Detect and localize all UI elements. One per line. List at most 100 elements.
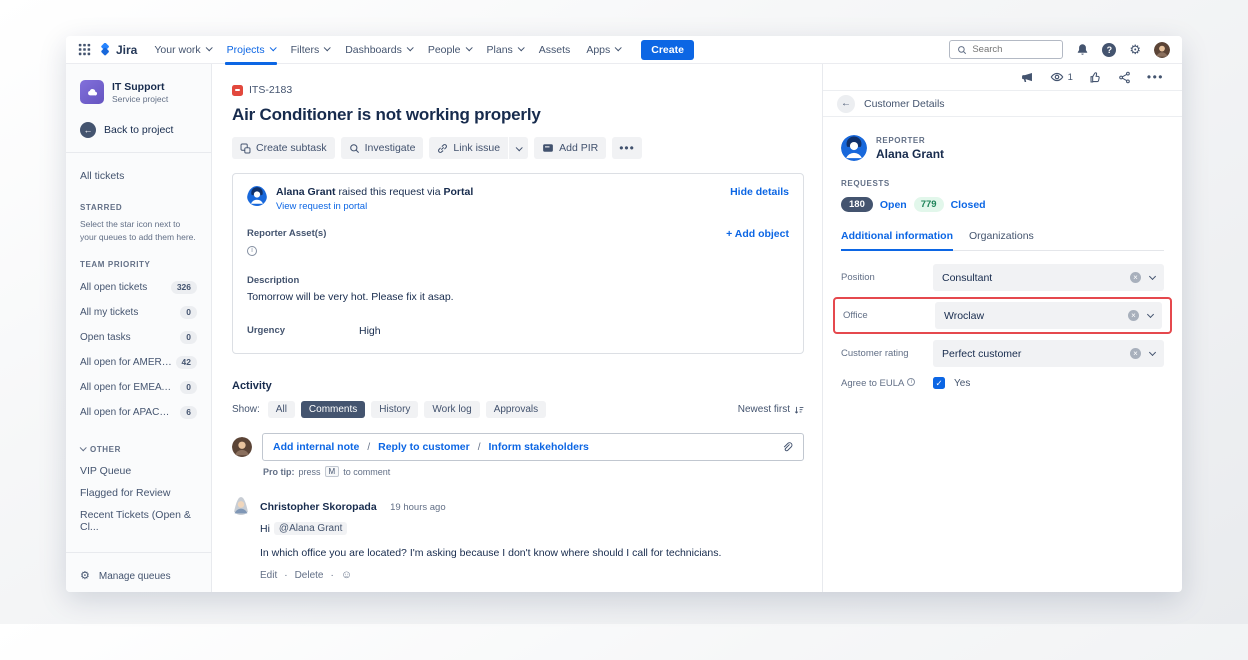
- request-channel: Portal: [444, 186, 474, 198]
- comment-delete-link[interactable]: Delete: [295, 570, 324, 581]
- chevron-down-icon[interactable]: [1147, 311, 1154, 318]
- comment-edit-link[interactable]: Edit: [260, 570, 277, 581]
- eula-checkbox[interactable]: [933, 377, 945, 389]
- queue-all-my-tickets[interactable]: All my tickets0: [80, 300, 197, 325]
- queue-recent-tickets[interactable]: Recent Tickets (Open & Cl...: [80, 504, 197, 538]
- share-icon[interactable]: [1118, 71, 1131, 84]
- hide-details-link[interactable]: Hide details: [730, 186, 789, 198]
- nav-filters[interactable]: Filters: [291, 36, 330, 64]
- feedback-megaphone-icon[interactable]: [1021, 71, 1034, 84]
- issue-view: ITS-2183 Air Conditioner is not working …: [212, 64, 822, 592]
- filter-comments[interactable]: Comments: [301, 401, 365, 418]
- open-requests-link[interactable]: Open: [880, 199, 907, 211]
- add-pir-button[interactable]: Add PIR: [534, 137, 606, 159]
- link-issue-button[interactable]: Link issue: [429, 137, 508, 159]
- filter-all[interactable]: All: [268, 401, 295, 418]
- reply-to-customer-link[interactable]: Reply to customer: [378, 441, 470, 453]
- tab-organizations[interactable]: Organizations: [969, 230, 1034, 250]
- view-request-in-portal-link[interactable]: View request in portal: [276, 201, 473, 212]
- chevron-down-icon[interactable]: [1149, 349, 1156, 356]
- issue-key[interactable]: ITS-2183: [249, 84, 292, 96]
- create-button[interactable]: Create: [641, 40, 694, 60]
- queue-flagged[interactable]: Flagged for Review: [80, 482, 197, 504]
- office-select[interactable]: Wroclaw ×: [935, 302, 1162, 329]
- clear-icon[interactable]: ×: [1130, 272, 1141, 283]
- tab-additional-information[interactable]: Additional information: [841, 230, 953, 251]
- app-switcher-icon[interactable]: [78, 43, 91, 56]
- project-name: IT Support: [112, 81, 168, 93]
- info-icon[interactable]: i: [907, 378, 915, 386]
- back-arrow-icon[interactable]: ←: [837, 95, 855, 113]
- queue-apac-region[interactable]: All open for APAC Region6: [80, 400, 197, 425]
- eye-icon: [1050, 70, 1064, 84]
- other-section-toggle[interactable]: OTHER: [80, 445, 197, 454]
- add-internal-note-link[interactable]: Add internal note: [273, 441, 359, 453]
- filter-history[interactable]: History: [371, 401, 418, 418]
- nav-plans[interactable]: Plans: [487, 36, 523, 64]
- help-icon[interactable]: ?: [1102, 43, 1116, 57]
- add-object-link[interactable]: + Add object: [726, 228, 789, 240]
- urgency-value[interactable]: High: [359, 325, 381, 337]
- clear-icon[interactable]: ×: [1128, 310, 1139, 321]
- description-text[interactable]: Tomorrow will be very hot. Please fix it…: [247, 291, 789, 303]
- investigate-button[interactable]: Investigate: [341, 137, 424, 159]
- global-search[interactable]: [949, 40, 1063, 59]
- nav-assets[interactable]: Assets: [539, 36, 571, 64]
- sort-order-button[interactable]: Newest first: [738, 404, 804, 415]
- nav-apps[interactable]: Apps: [586, 36, 620, 64]
- nav-dashboards[interactable]: Dashboards: [345, 36, 412, 64]
- queue-emea-region[interactable]: All open for EMEA Region0: [80, 375, 197, 400]
- search-input[interactable]: [972, 44, 1052, 55]
- filter-worklog[interactable]: Work log: [424, 401, 479, 418]
- reporter-name[interactable]: Alana Grant: [876, 147, 944, 161]
- nav-your-work[interactable]: Your work: [154, 36, 210, 64]
- project-header[interactable]: IT Support Service project: [80, 80, 197, 104]
- closed-requests-link[interactable]: Closed: [951, 199, 986, 211]
- comment-input[interactable]: Add internal note / Reply to customer / …: [262, 433, 804, 461]
- back-to-project[interactable]: ← Back to project: [80, 122, 197, 138]
- toolbar-more-button[interactable]: •••: [612, 137, 642, 159]
- customer-rating-select[interactable]: Perfect customer ×: [933, 340, 1164, 367]
- user-mention[interactable]: @Alana Grant: [274, 522, 348, 535]
- give-feedback[interactable]: Give feedback: [80, 588, 197, 593]
- queue-all-open-tickets[interactable]: All open tickets326: [80, 275, 197, 300]
- info-icon[interactable]: i: [247, 246, 257, 256]
- settings-gear-icon[interactable]: ⚙: [1129, 43, 1141, 56]
- notifications-bell-icon[interactable]: [1076, 43, 1089, 56]
- eula-label: Agree to EULA: [841, 378, 904, 389]
- queue-open-tasks[interactable]: Open tasks0: [80, 325, 197, 350]
- create-subtask-button[interactable]: Create subtask: [232, 137, 335, 159]
- clear-icon[interactable]: ×: [1130, 348, 1141, 359]
- activity-filters: Show: All Comments History Work log Appr…: [232, 401, 804, 418]
- more-actions-icon[interactable]: •••: [1147, 70, 1164, 84]
- filter-approvals[interactable]: Approvals: [486, 401, 546, 418]
- queue-vip[interactable]: VIP Queue: [80, 460, 197, 482]
- project-type: Service project: [112, 94, 168, 104]
- add-reaction-icon[interactable]: ☺: [341, 569, 352, 581]
- nav-projects[interactable]: Projects: [227, 36, 275, 64]
- comment-timestamp: 19 hours ago: [390, 502, 445, 513]
- request-summary: Alana Grant raised this request via Port…: [276, 186, 473, 198]
- description-label: Description: [247, 275, 789, 286]
- nav-people[interactable]: People: [428, 36, 471, 64]
- queue-amer-region[interactable]: All open for AMER Regi...42: [80, 350, 197, 375]
- issue-title[interactable]: Air Conditioner is not working properly: [232, 105, 804, 125]
- link-issue-dropdown[interactable]: [509, 137, 528, 159]
- activity-heading: Activity: [232, 380, 804, 392]
- jira-logo[interactable]: Jira: [98, 43, 137, 57]
- chevron-down-icon[interactable]: [1149, 273, 1156, 280]
- watchers-button[interactable]: 1: [1050, 70, 1073, 84]
- comment-author[interactable]: Christopher Skoropada: [260, 501, 377, 513]
- user-avatar[interactable]: [1154, 42, 1170, 58]
- reporter-avatar[interactable]: [841, 135, 867, 161]
- closed-count-badge: 779: [914, 197, 944, 212]
- manage-queues[interactable]: ⚙ Manage queues: [80, 565, 197, 588]
- vote-thumbs-up-icon[interactable]: [1089, 71, 1102, 84]
- sidebar-item-all-tickets[interactable]: All tickets: [80, 165, 197, 187]
- attach-paperclip-icon[interactable]: [781, 441, 793, 453]
- requests-label: REQUESTS: [841, 179, 1164, 188]
- inform-stakeholders-link[interactable]: Inform stakeholders: [489, 441, 589, 453]
- field-eula: Agree to EULA i Yes: [841, 377, 1164, 389]
- reporter-name[interactable]: Alana Grant: [276, 186, 336, 198]
- position-select[interactable]: Consultant ×: [933, 264, 1164, 291]
